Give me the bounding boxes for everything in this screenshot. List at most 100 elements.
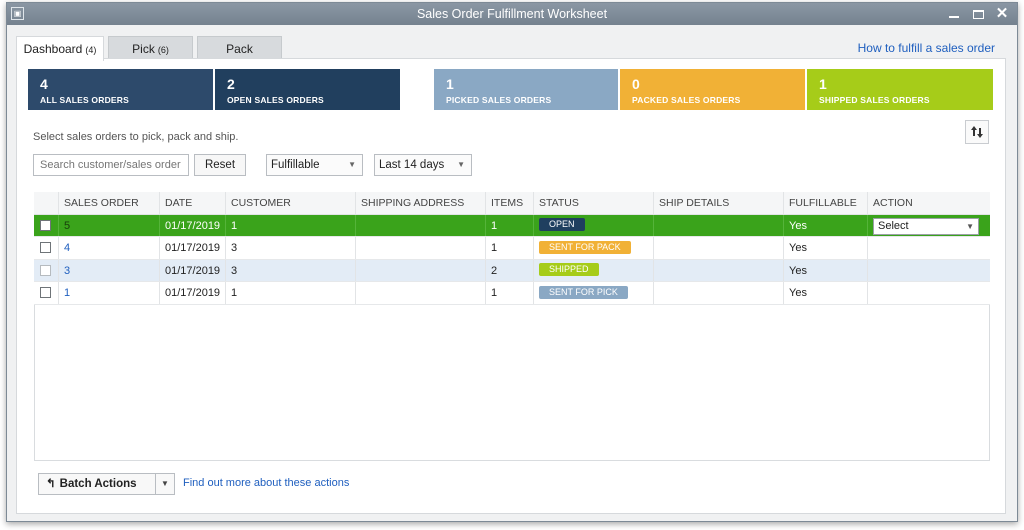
orders-grid: SALES ORDER DATE CUSTOMER SHIPPING ADDRE… [34,192,990,305]
action-dropdown[interactable]: Select ▼ [873,217,979,235]
header-ship-details[interactable]: SHIP DETAILS [654,192,784,214]
window-menu-icon[interactable]: ▣ [11,7,24,20]
find-more-link[interactable]: Find out more about these actions [183,477,349,489]
customer-cell: 1 [226,282,356,304]
tab-pick-label: Pick [132,42,155,56]
header-status[interactable]: STATUS [534,192,654,214]
tile-picked-sales-orders[interactable]: 1 PICKED SALES ORDERS [434,69,618,110]
date-cell: 01/17/2019 [160,282,226,304]
ship-details-cell [654,259,784,281]
row-select-cell [34,259,59,281]
close-button[interactable]: ✕ [995,3,1009,25]
status-badge: OPEN [539,218,585,232]
fulfillment-window: ▣ Sales Order Fulfillment Worksheet ✕ Da… [6,2,1018,522]
sales-order-link[interactable]: 5 [64,220,70,232]
refresh-button[interactable] [965,120,989,144]
help-link[interactable]: How to fulfill a sales order [858,41,995,55]
sales-order-cell[interactable]: 5 [59,214,160,236]
ship-details-cell [654,214,784,236]
row-checkbox[interactable] [40,219,51,231]
fulfillable-cell: Yes [784,214,868,236]
row-checkbox[interactable] [40,287,51,298]
tile-open-sales-orders[interactable]: 2 OPEN SALES ORDERS [215,69,400,110]
row-checkbox[interactable] [40,264,51,276]
status-cell: SHIPPED [534,259,654,281]
tab-pick[interactable]: Pick (6) [108,36,193,60]
header-fulfillable[interactable]: FULFILLABLE [784,192,868,214]
close-icon: ✕ [995,5,1009,22]
maximize-icon [972,9,984,19]
date-filter-value: Last 14 days [379,159,445,171]
chevron-down-icon: ▼ [348,160,356,169]
tab-pick-count: (6) [157,45,169,55]
batch-arrow-icon: ↰ [46,478,56,490]
table-row[interactable]: 3 01/17/2019 3 2 SHIPPED Yes [34,259,990,282]
header-date[interactable]: DATE [160,192,226,214]
sales-order-cell[interactable]: 4 [59,237,160,259]
status-filter-dropdown[interactable]: Fulfillable ▼ [266,154,363,176]
sales-order-cell[interactable]: 1 [59,282,160,304]
minimize-button[interactable] [947,3,961,25]
sales-order-cell[interactable]: 3 [59,259,160,281]
sales-order-link[interactable]: 3 [64,265,70,277]
header-customer[interactable]: CUSTOMER [226,192,356,214]
items-cell: 1 [486,282,534,304]
tile-label: PACKED SALES ORDERS [632,95,741,105]
status-badge: SENT FOR PICK [539,285,628,299]
date-cell: 01/17/2019 [160,259,226,281]
action-cell [868,237,990,259]
tile-label: OPEN SALES ORDERS [227,95,324,105]
status-cell: SENT FOR PACK [534,237,654,259]
tile-label: PICKED SALES ORDERS [446,95,552,105]
row-select-cell [34,237,59,259]
status-cell: SENT FOR PICK [534,282,654,304]
table-row[interactable]: 5 01/17/2019 1 1 OPEN Yes Select ▼ [34,214,990,237]
table-row[interactable]: 4 01/17/2019 3 1 SENT FOR PACK Yes [34,237,990,260]
tile-shipped-sales-orders[interactable]: 1 SHIPPED SALES ORDERS [807,69,993,110]
date-filter-dropdown[interactable]: Last 14 days ▼ [374,154,472,176]
instructions-text: Select sales orders to pick, pack and sh… [33,131,239,143]
reset-button[interactable]: Reset [194,154,246,176]
grid-header: SALES ORDER DATE CUSTOMER SHIPPING ADDRE… [34,192,990,215]
tile-number: 1 [819,76,827,92]
tile-label: ALL SALES ORDERS [40,95,129,105]
header-sales-order[interactable]: SALES ORDER [59,192,160,214]
header-select [34,192,59,214]
sales-order-link[interactable]: 4 [64,242,70,254]
action-dropdown-value: Select [878,219,909,232]
date-cell: 01/17/2019 [160,237,226,259]
chevron-down-icon: ▼ [966,221,974,231]
tile-all-sales-orders[interactable]: 4 ALL SALES ORDERS [28,69,213,110]
ship-details-cell [654,237,784,259]
ship-details-cell [654,282,784,304]
customer-cell: 1 [226,214,356,236]
action-cell: Select ▼ [868,215,990,237]
shipping-address-cell [356,237,486,259]
row-select-cell [34,214,59,236]
window-title: Sales Order Fulfillment Worksheet [416,7,608,21]
row-checkbox[interactable] [40,242,51,253]
chevron-down-icon: ▼ [457,160,465,169]
tile-number: 4 [40,76,48,92]
tile-packed-sales-orders[interactable]: 0 PACKED SALES ORDERS [620,69,805,110]
batch-actions-label: Batch Actions [59,478,137,490]
batch-actions-button[interactable]: ↰ Batch Actions ▼ [38,473,175,495]
shipping-address-cell [356,214,486,236]
search-input[interactable] [33,154,189,176]
header-items[interactable]: ITEMS [486,192,534,214]
tile-number: 2 [227,76,235,92]
items-cell: 2 [486,259,534,281]
row-select-cell [34,282,59,304]
header-shipping-address[interactable]: SHIPPING ADDRESS [356,192,486,214]
tab-dashboard[interactable]: Dashboard (4) [16,36,104,61]
maximize-button[interactable] [971,3,985,25]
window-controls: ✕ [947,3,1009,25]
sales-order-link[interactable]: 1 [64,287,70,299]
tab-pack[interactable]: Pack [197,36,282,60]
status-badge: SHIPPED [539,263,599,277]
fulfillable-cell: Yes [784,259,868,281]
customer-cell: 3 [226,259,356,281]
items-cell: 1 [486,214,534,236]
batch-actions-dropdown-toggle[interactable]: ▼ [155,474,174,494]
table-row[interactable]: 1 01/17/2019 1 1 SENT FOR PICK Yes [34,282,990,305]
